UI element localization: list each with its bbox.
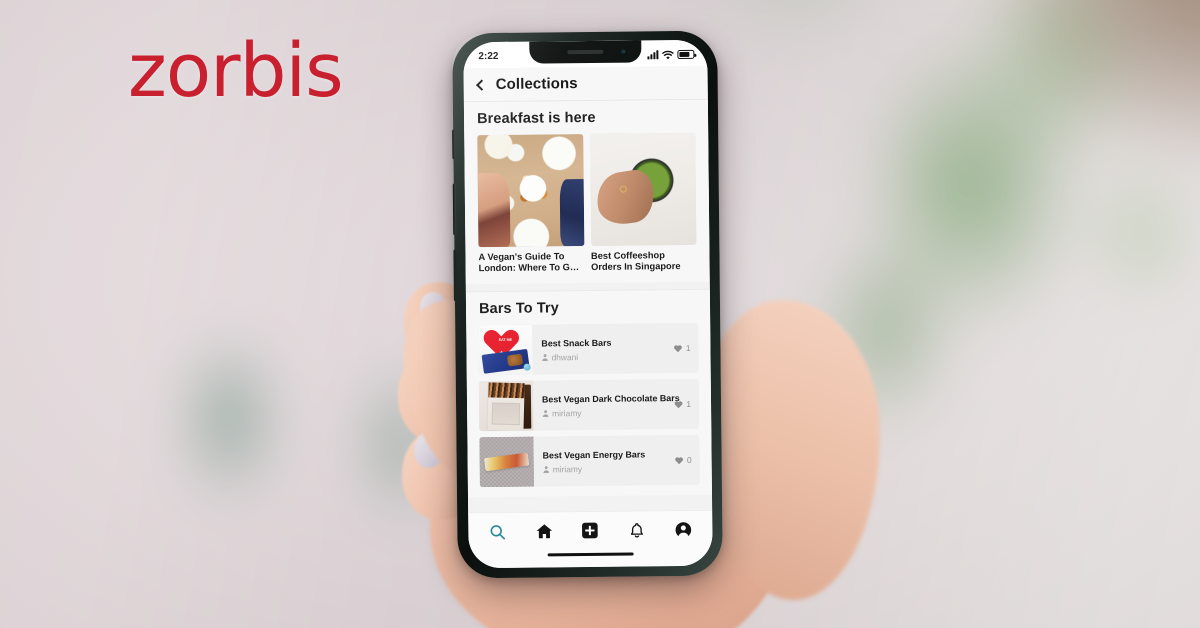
heart-icon [675,456,684,464]
like-count: 0 [686,454,692,465]
list-item-username: miriamy [552,463,583,474]
section-title: Bars To Try [478,300,559,318]
chocolate-packaging [487,382,525,432]
section-bars-to-try: Bars To Try EAT ME Best Snack Bars dhwan… [465,288,712,498]
tab-add[interactable] [576,518,604,542]
tab-search[interactable] [483,519,511,543]
bell-icon [630,522,643,537]
list-item[interactable]: Best Vegan Energy Bars miriamy 0 [479,434,700,488]
collection-card[interactable]: Best Coffeeshop Orders In Singapore [589,132,697,273]
section-breakfast: Breakfast is here A Vegan's Guide To Lon… [463,99,710,285]
list-item-meta: dhwani [541,350,690,362]
list-item-body: Best Vegan Dark Chocolate Bars miriamy 1 [533,379,700,431]
green-smoothie-photo [589,132,697,246]
heart-icon [674,344,683,352]
phone-notch [529,40,642,64]
home-icon [536,523,552,538]
user-icon [543,465,550,473]
list-item-username: miriamy [552,407,582,418]
screenshot-stage: zorbis 2:22 Collections Breakfast is her… [0,0,1200,628]
smoothie-hand [593,167,658,228]
wifi-icon [661,50,674,59]
front-camera-icon [621,49,626,54]
like-count: 1 [685,342,691,353]
scroll-content[interactable]: Breakfast is here A Vegan's Guide To Lon… [463,99,713,513]
vegan-flatlay-photo [477,134,584,248]
card-image [477,134,584,248]
list-item-title: Best Vegan Energy Bars [542,448,646,460]
collection-card[interactable]: A Vegan's Guide To London: Where To G… [477,134,584,274]
like-count-group[interactable]: 1 [674,343,691,353]
phone-screen: 2:22 Collections Breakfast is here A Veg… [463,39,713,569]
cellular-bars-icon [647,50,659,60]
like-count: 1 [686,398,692,409]
list-item-meta: miriamy [542,406,691,418]
home-indicator[interactable] [547,552,634,557]
heart-icon [675,400,683,408]
list-item[interactable]: Best Vegan Dark Chocolate Bars miriamy 1 [478,378,700,432]
user-icon [542,409,549,417]
home-indicator-area [468,549,713,569]
like-count-group[interactable]: 0 [675,455,692,465]
status-indicators [647,49,695,60]
status-time: 2:22 [478,50,499,63]
snack-wrapper [481,348,530,374]
list-item-thumbnail [479,436,534,488]
earpiece-speaker-icon [567,49,604,55]
list-item-body: Best Vegan Energy Bars miriamy 0 [533,435,700,487]
list-item-body: Best Snack Bars dhwani 1 [532,323,699,375]
list-item-thumbnail: EAT ME [478,324,533,376]
user-icon [542,353,548,361]
chevron-left-icon[interactable] [476,78,488,91]
battery-icon [677,49,695,60]
search-icon [490,524,506,539]
card-title: Best Coffeeshop Orders In Singapore [590,250,681,272]
smoothie-ring [619,185,627,193]
section-title: Breakfast is here [476,109,596,128]
card-image [589,132,697,246]
snack-bar-thumb: EAT ME [478,324,533,376]
card-title: A Vegan's Guide To London: Where To G… [478,251,580,274]
list-item-meta: miriamy [543,462,692,474]
eat-me-label: EAT ME [498,337,513,342]
tab-home[interactable] [530,519,558,543]
plus-square-icon [582,522,599,539]
tab-profile[interactable] [669,517,697,541]
user-circle-icon [675,521,691,538]
collection-list: EAT ME Best Snack Bars dhwani 1 Best Veg… [466,322,712,488]
page-title: Collections [495,75,578,93]
list-item[interactable]: EAT ME Best Snack Bars dhwani 1 [478,322,699,376]
list-item-title: Best Snack Bars [541,337,612,348]
app-navbar: Collections [463,65,708,103]
like-count-group[interactable]: 1 [674,399,691,409]
list-item-username: dhwani [551,351,579,362]
list-item-title: Best Vegan Dark Chocolate Bars [541,392,680,404]
bottom-tab-bar [468,509,713,553]
blue-dot [523,363,531,371]
dark-chocolate-bar-thumb [478,380,534,432]
energy-bar-wrapper [483,452,530,472]
list-item-thumbnail [478,380,534,432]
smartphone-device: 2:22 Collections Breakfast is here A Veg… [452,30,723,579]
energy-bar-thumb [479,436,534,488]
collection-card-grid: A Vegan's Guide To London: Where To G… B… [464,132,709,275]
tab-notifications[interactable] [623,518,651,542]
